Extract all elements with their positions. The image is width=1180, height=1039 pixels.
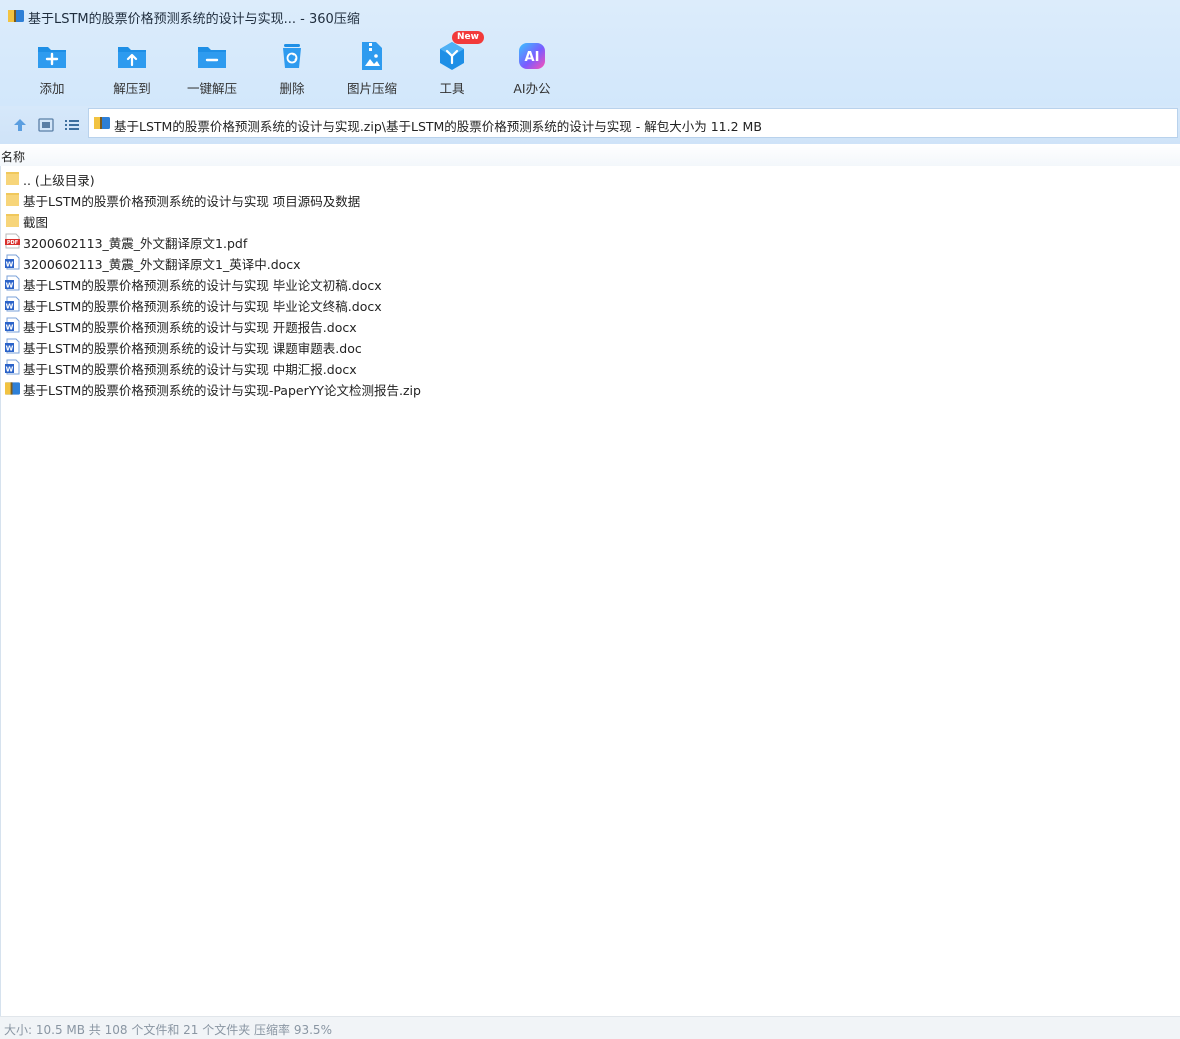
toolbar: 添加 解压到 一键解压 删除 图片压缩 New 工具 AI AI办公 bbox=[0, 31, 1180, 104]
list-item[interactable]: W 基于LSTM的股票价格预测系统的设计与实现 开题报告.docx bbox=[0, 314, 1180, 335]
file-name: 截图 bbox=[23, 215, 49, 230]
file-list: 名称 .. (上级目录) 基于LSTM的股票价格预测系统的设计与实现 项目源码及数… bbox=[0, 144, 1180, 1016]
thumbnail-view-icon[interactable] bbox=[38, 118, 54, 132]
word-file-icon: W bbox=[5, 296, 20, 312]
file-name: .. (上级目录) bbox=[23, 173, 95, 188]
add-label: 添加 bbox=[39, 81, 65, 96]
file-name: 基于LSTM的股票价格预测系统的设计与实现 毕业论文终稿.docx bbox=[23, 299, 382, 314]
new-badge: New bbox=[452, 31, 484, 44]
delete-icon bbox=[283, 44, 301, 68]
word-file-icon: W bbox=[5, 338, 20, 354]
address-row: 基于LSTM的股票价格预测系统的设计与实现.zip\基于LSTM的股票价格预测系… bbox=[0, 106, 1180, 144]
tools-icon bbox=[440, 42, 464, 70]
status-bar: 大小: 10.5 MB 共 108 个文件和 21 个文件夹 压缩率 93.5% bbox=[0, 1016, 1180, 1039]
file-name: 基于LSTM的股票价格预测系统的设计与实现 中期汇报.docx bbox=[23, 362, 357, 377]
image-compress-label: 图片压缩 bbox=[346, 81, 397, 96]
list-item[interactable]: W 基于LSTM的股票价格预测系统的设计与实现 中期汇报.docx bbox=[0, 356, 1180, 377]
address-path: 基于LSTM的股票价格预测系统的设计与实现.zip\基于LSTM的股票价格预测系… bbox=[114, 119, 762, 134]
file-name: 基于LSTM的股票价格预测系统的设计与实现 课题审题表.doc bbox=[23, 341, 362, 356]
one-click-extract-label: 一键解压 bbox=[186, 81, 237, 96]
word-file-icon: W bbox=[5, 275, 20, 291]
window-title: 基于LSTM的股票价格预测系统的设计与实现... - 360压缩 bbox=[28, 12, 360, 27]
column-name-header[interactable]: 名称 bbox=[1, 148, 25, 165]
list-item[interactable]: W 基于LSTM的股票价格预测系统的设计与实现 毕业论文终稿.docx bbox=[0, 293, 1180, 314]
file-name: 基于LSTM的股票价格预测系统的设计与实现 开题报告.docx bbox=[23, 320, 357, 335]
ai-office-label: AI办公 bbox=[513, 81, 551, 96]
delete-button[interactable]: 删除 bbox=[252, 34, 332, 100]
ai-office-button[interactable]: AI AI办公 bbox=[492, 34, 572, 100]
extract-to-button[interactable]: 解压到 bbox=[92, 34, 172, 100]
pdf-file-icon: PDF bbox=[5, 233, 20, 249]
word-file-icon: W bbox=[5, 317, 20, 333]
list-item[interactable]: 基于LSTM的股票价格预测系统的设计与实现-PaperYY论文检测报告.zip bbox=[0, 377, 1180, 398]
app-window: 基于LSTM的股票价格预测系统的设计与实现... - 360压缩 添加 解压到 … bbox=[0, 0, 1180, 1039]
archive-app-icon bbox=[8, 10, 24, 22]
one-click-extract-icon bbox=[198, 47, 226, 68]
svg-text:W: W bbox=[6, 324, 14, 332]
list-item[interactable]: 截图 bbox=[0, 209, 1180, 230]
svg-text:PDF: PDF bbox=[7, 240, 18, 246]
archive-icon bbox=[94, 117, 110, 129]
file-name: 3200602113_黄震_外文翻译原文1_英译中.docx bbox=[23, 257, 301, 272]
svg-text:W: W bbox=[6, 366, 14, 374]
list-view-icon[interactable] bbox=[64, 118, 80, 132]
file-name: 3200602113_黄震_外文翻译原文1.pdf bbox=[23, 236, 248, 251]
ai-office-icon: AI bbox=[519, 43, 545, 69]
list-item[interactable]: 基于LSTM的股票价格预测系统的设计与实现 项目源码及数据 bbox=[0, 188, 1180, 209]
list-item[interactable]: .. (上级目录) bbox=[0, 167, 1180, 188]
zip-file-icon bbox=[5, 380, 20, 396]
tools-button[interactable]: New 工具 bbox=[412, 31, 492, 100]
svg-text:AI: AI bbox=[525, 50, 540, 65]
delete-label: 删除 bbox=[279, 81, 305, 96]
title-bar: 基于LSTM的股票价格预测系统的设计与实现... - 360压缩 bbox=[0, 0, 1180, 32]
list-item[interactable]: W 基于LSTM的股票价格预测系统的设计与实现 课题审题表.doc bbox=[0, 335, 1180, 356]
file-rows: .. (上级目录) 基于LSTM的股票价格预测系统的设计与实现 项目源码及数据 截图… bbox=[0, 167, 1180, 398]
extract-to-label: 解压到 bbox=[113, 81, 151, 96]
svg-text:W: W bbox=[6, 345, 14, 353]
list-item[interactable]: W 基于LSTM的股票价格预测系统的设计与实现 毕业论文初稿.docx bbox=[0, 272, 1180, 293]
word-file-icon: W bbox=[5, 254, 20, 270]
file-name: 基于LSTM的股票价格预测系统的设计与实现 毕业论文初稿.docx bbox=[23, 278, 382, 293]
svg-text:W: W bbox=[6, 282, 14, 290]
folder-icon bbox=[5, 191, 20, 207]
extract-to-icon bbox=[118, 47, 146, 68]
status-text: 大小: 10.5 MB 共 108 个文件和 21 个文件夹 压缩率 93.5% bbox=[4, 1023, 332, 1037]
up-arrow-icon[interactable] bbox=[12, 118, 28, 132]
list-item[interactable]: W 3200602113_黄震_外文翻译原文1_英译中.docx bbox=[0, 251, 1180, 272]
tools-label: 工具 bbox=[439, 81, 465, 96]
svg-text:W: W bbox=[6, 303, 14, 311]
folder-icon bbox=[5, 212, 20, 228]
address-bar[interactable]: 基于LSTM的股票价格预测系统的设计与实现.zip\基于LSTM的股票价格预测系… bbox=[88, 108, 1178, 138]
list-item[interactable]: PDF 3200602113_黄震_外文翻译原文1.pdf bbox=[0, 230, 1180, 251]
one-click-extract-button[interactable]: 一键解压 bbox=[172, 34, 252, 100]
title-toolbar-band: 基于LSTM的股票价格预测系统的设计与实现... - 360压缩 添加 解压到 … bbox=[0, 0, 1180, 106]
svg-text:W: W bbox=[6, 261, 14, 269]
folder-icon bbox=[5, 170, 20, 186]
image-compress-icon bbox=[362, 42, 382, 70]
word-file-icon: W bbox=[5, 359, 20, 375]
file-name: 基于LSTM的股票价格预测系统的设计与实现 项目源码及数据 bbox=[23, 194, 361, 209]
file-name: 基于LSTM的股票价格预测系统的设计与实现-PaperYY论文检测报告.zip bbox=[23, 383, 421, 398]
add-icon bbox=[38, 47, 66, 68]
add-button[interactable]: 添加 bbox=[12, 34, 92, 100]
image-compress-button[interactable]: 图片压缩 bbox=[332, 34, 412, 100]
column-header: 名称 bbox=[0, 144, 1180, 166]
